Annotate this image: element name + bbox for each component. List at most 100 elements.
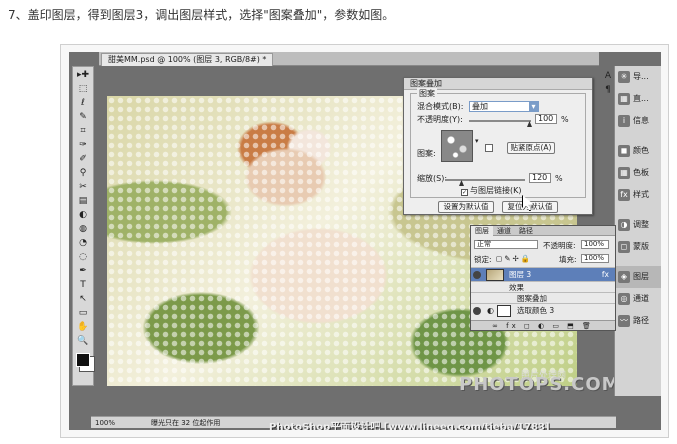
dock-label: 色板 <box>633 168 649 177</box>
paths-icon: 〰 <box>618 315 630 327</box>
checkmark-icon: ✓ <box>461 189 468 196</box>
opacity-input[interactable]: 100 <box>535 114 557 124</box>
layers-panel-footer-icons[interactable]: ∞ fx ◻ ◐ ▭ ⬒ 🗑 <box>471 320 615 330</box>
tool-icon[interactable]: ◍ <box>74 223 92 235</box>
blend-mode-select[interactable]: 叠加 ▾ <box>469 101 539 112</box>
tool-icon[interactable]: ✎ <box>74 111 92 123</box>
dock-color[interactable]: ◼ 颜色 <box>615 140 661 162</box>
opacity-slider-track[interactable] <box>469 120 531 122</box>
pattern-dropdown-icon[interactable]: ▾ <box>475 136 479 146</box>
color-swatch-icon[interactable] <box>76 353 90 367</box>
chevron-down-icon: ▾ <box>529 102 538 111</box>
color-icon: ◼ <box>618 145 630 157</box>
masks-icon: ◻ <box>618 241 630 253</box>
tool-icon[interactable]: 🔍 <box>74 335 92 347</box>
character-panel-icons: A ¶ <box>599 68 613 148</box>
dock-layers[interactable]: ◈ 图层 <box>615 266 661 288</box>
dock-channels[interactable]: ◎ 通道 <box>615 288 661 310</box>
tool-icon[interactable]: T <box>74 279 92 291</box>
tool-icon[interactable]: ✒ <box>74 265 92 277</box>
dock-info[interactable]: i 信息 <box>615 110 661 132</box>
dock-label: 路径 <box>633 316 649 325</box>
blend-mode-label: 混合模式(B): <box>417 102 464 111</box>
histogram-icon: ▦ <box>618 93 630 105</box>
dock-paths[interactable]: 〰路径 <box>615 310 661 332</box>
tool-icon[interactable]: ▸✚ <box>74 69 92 81</box>
scale-percent: % <box>555 174 563 183</box>
navigator-icon: ✳ <box>618 71 630 83</box>
watermark-footer: PhotoShop平面设计吧 [www.lineeg.com/tieba/178… <box>269 422 550 430</box>
layers-panel: 图层 通道 路径 正常 不透明度: 100% 锁定: ◻✎✢🔒 填充: 100% 图… <box>470 225 616 331</box>
scale-label: 缩放(S): <box>417 174 448 183</box>
photoshop-window: ▸✚ ⬚ ℓ ✎ ⌗ ✑ ✐ ⚲ ✂ ▤ ◐ ◍ ◔ ◌ ✒ T ↖ ▭ ✋ 🔍 甜美MM.psd @ 100% (图… <box>69 52 661 430</box>
fill-input[interactable]: 100% <box>581 254 609 263</box>
tab-layers[interactable]: 图层 <box>471 226 493 236</box>
dock-masks[interactable]: ◻ 蒙版 <box>615 236 661 258</box>
tab-paths[interactable]: 路径 <box>515 226 537 236</box>
status-doc-info[interactable]: 曝光只在 32 位起作用 <box>151 417 220 429</box>
opacity-percent: % <box>561 115 569 124</box>
dock-label: 导... <box>633 72 649 81</box>
tool-icon[interactable]: ◌ <box>74 251 92 263</box>
layer-row-selective-color[interactable]: ◐ 选取颜色 3 <box>471 303 615 317</box>
swatches-icon: ▦ <box>618 167 630 179</box>
dock-label: 图层 <box>633 272 649 281</box>
pattern-overlay-effect-row[interactable]: 图案叠加 <box>471 292 615 303</box>
dock-label: 信息 <box>633 116 649 125</box>
dock-adjustments[interactable]: ◑ 调整 <box>615 214 661 236</box>
tool-icon[interactable]: ↖ <box>74 293 92 305</box>
scale-input[interactable]: 120 <box>529 173 551 183</box>
adjustment-layer-icon: ◐ <box>487 306 494 315</box>
dock-separator <box>615 258 661 266</box>
dock-label: 通道 <box>633 294 649 303</box>
dock-navigator[interactable]: ✳ 导... <box>615 66 661 88</box>
adjustments-icon: ◑ <box>618 219 630 231</box>
fx-badge: fx <box>601 270 609 279</box>
layer-opacity-label: 不透明度: <box>543 241 576 250</box>
tool-icon[interactable]: ▭ <box>74 307 92 319</box>
snap-to-origin-button[interactable]: 贴紧原点(A) <box>507 142 555 154</box>
document-tab[interactable]: 甜美MM.psd @ 100% (图层 3, RGB/8#) * <box>101 53 274 66</box>
visibility-eye-icon[interactable] <box>473 307 481 315</box>
set-default-button[interactable]: 设置为默认值 <box>438 201 494 213</box>
tools-panel: ▸✚ ⬚ ℓ ✎ ⌗ ✑ ✐ ⚲ ✂ ▤ ◐ ◍ ◔ ◌ ✒ T ↖ ▭ ✋ 🔍 <box>72 66 94 386</box>
dock-histogram[interactable]: ▦ 直... <box>615 88 661 110</box>
dock-styles[interactable]: fx 样式 <box>615 184 661 206</box>
tool-icon[interactable]: ⬚ <box>74 83 92 95</box>
zoom-level[interactable]: 100% <box>95 417 115 429</box>
tool-icon[interactable]: ✑ <box>74 139 92 151</box>
dock-separator <box>615 132 661 140</box>
tool-icon[interactable]: ✐ <box>74 153 92 165</box>
tab-channels[interactable]: 通道 <box>493 226 515 236</box>
tool-icon[interactable]: ▤ <box>74 195 92 207</box>
tool-icon[interactable]: ⚲ <box>74 167 92 179</box>
lock-icons[interactable]: ◻✎✢🔒 <box>496 254 532 263</box>
document-tab-bar: 甜美MM.psd @ 100% (图层 3, RGB/8#) * <box>99 52 599 66</box>
layer-effects-row[interactable]: 效果 <box>471 281 615 292</box>
layer-opacity-input[interactable]: 100% <box>581 240 609 249</box>
layer-mask-thumbnail <box>497 305 511 317</box>
new-preset-icon[interactable] <box>485 144 493 152</box>
tool-icon[interactable]: ✋ <box>74 321 92 333</box>
layer-row-layer3[interactable]: 图层 3 fx <box>471 267 615 281</box>
tool-icon[interactable]: ◐ <box>74 209 92 221</box>
tool-icon[interactable]: ✂ <box>74 181 92 193</box>
layers-panel-tabs: 图层 通道 路径 <box>471 226 615 236</box>
layer-name: 选取颜色 3 <box>517 306 555 315</box>
dock-swatches[interactable]: ▦ 色板 <box>615 162 661 184</box>
layer-blend-select[interactable]: 正常 <box>474 240 538 249</box>
tool-icon[interactable]: ⌗ <box>74 125 92 137</box>
link-with-layer-checkbox[interactable]: ✓ 与图层链接(K) <box>461 186 522 196</box>
link-with-layer-label: 与图层链接(K) <box>470 186 522 195</box>
scale-slider-track[interactable] <box>445 179 525 181</box>
lock-label: 锁定: <box>474 255 492 264</box>
pattern-label: 图案: <box>417 149 436 158</box>
tool-icon[interactable]: ℓ <box>74 97 92 109</box>
layer-name: 图层 3 <box>509 270 532 279</box>
dock-separator <box>615 206 661 214</box>
pattern-swatch[interactable] <box>441 130 473 162</box>
tool-icon[interactable]: ◔ <box>74 237 92 249</box>
visibility-eye-icon[interactable] <box>473 271 481 279</box>
right-panel-dock: ✳ 导... ▦ 直... i 信息 ◼ 颜色 ▦ 色板 fx 样式 ◑ 调整 ◻ 蒙版 ◈ 图层… <box>614 66 661 396</box>
pattern-group: 图案 混合模式(B): 叠加 ▾ 不透明度(Y): 100 % 图案: ▾ 贴紧原… <box>410 88 586 198</box>
